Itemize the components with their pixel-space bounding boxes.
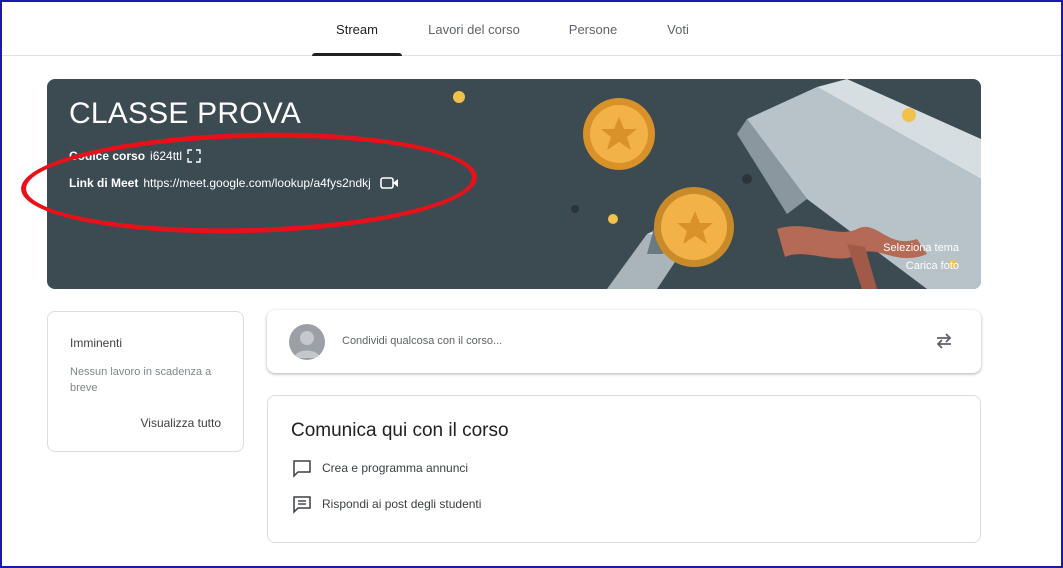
fullscreen-icon[interactable] [187, 149, 201, 163]
video-camera-icon[interactable] [380, 176, 400, 190]
top-navigation: Stream Lavori del corso Persone Voti [2, 2, 1061, 56]
upcoming-card: Imminenti Nessun lavoro in scadenza a br… [47, 311, 244, 452]
tab-persone-label: Persone [568, 21, 618, 37]
meet-link-url[interactable]: https://meet.google.com/lookup/a4fys2ndk… [143, 176, 370, 190]
reply-posts-label: Rispondi ai post degli studenti [322, 497, 482, 511]
share-placeholder[interactable]: Condividi qualcosa con il corso... [342, 335, 502, 347]
announcement-icon [293, 460, 311, 478]
upload-photo-link[interactable]: Carica foto [906, 260, 959, 272]
course-code-value: i624ttl [150, 149, 183, 163]
share-box[interactable]: Condividi qualcosa con il corso... [267, 310, 981, 373]
diploma-scroll-graphic [737, 79, 981, 289]
create-announcement-item[interactable]: Crea e programma annunci [292, 458, 468, 478]
create-announcement-label: Crea e programma annunci [322, 461, 469, 475]
upcoming-empty-text: Nessun lavoro in scadenza a breve [70, 366, 212, 394]
communicate-title: Comunica qui con il corso [291, 420, 509, 441]
gold-medal-top [583, 98, 655, 170]
tab-persone[interactable]: Persone [550, 2, 636, 56]
communicate-card: Comunica qui con il corso Crea e program… [267, 395, 981, 543]
tab-voti[interactable]: Voti [650, 2, 706, 56]
tab-voti-label: Voti [667, 21, 689, 37]
course-code-label: Codice corso [69, 149, 146, 163]
course-banner: CLASSE PROVA Codice corso i624ttl Link d… [47, 79, 981, 289]
course-title: CLASSE PROVA [69, 97, 301, 130]
repost-icon[interactable] [933, 330, 955, 352]
view-all-link[interactable]: Visualizza tutto [141, 416, 222, 430]
meet-link-row: Link di Meet https://meet.google.com/loo… [69, 176, 400, 190]
tab-stream[interactable]: Stream [312, 2, 402, 56]
meet-link-label: Link di Meet [69, 176, 139, 190]
tab-stream-label: Stream [336, 21, 378, 37]
tab-lavori-del-corso[interactable]: Lavori del corso [414, 2, 534, 56]
course-code-row: Codice corso i624ttl [69, 149, 201, 163]
active-tab-indicator [312, 53, 402, 56]
reply-posts-item[interactable]: Rispondi ai post degli studenti [292, 494, 481, 514]
upcoming-title: Imminenti [70, 336, 123, 350]
tab-lavori-label: Lavori del corso [428, 21, 520, 37]
reply-posts-icon [293, 496, 311, 514]
select-theme-link[interactable]: Seleziona tema [883, 242, 959, 254]
avatar-icon [289, 324, 325, 360]
